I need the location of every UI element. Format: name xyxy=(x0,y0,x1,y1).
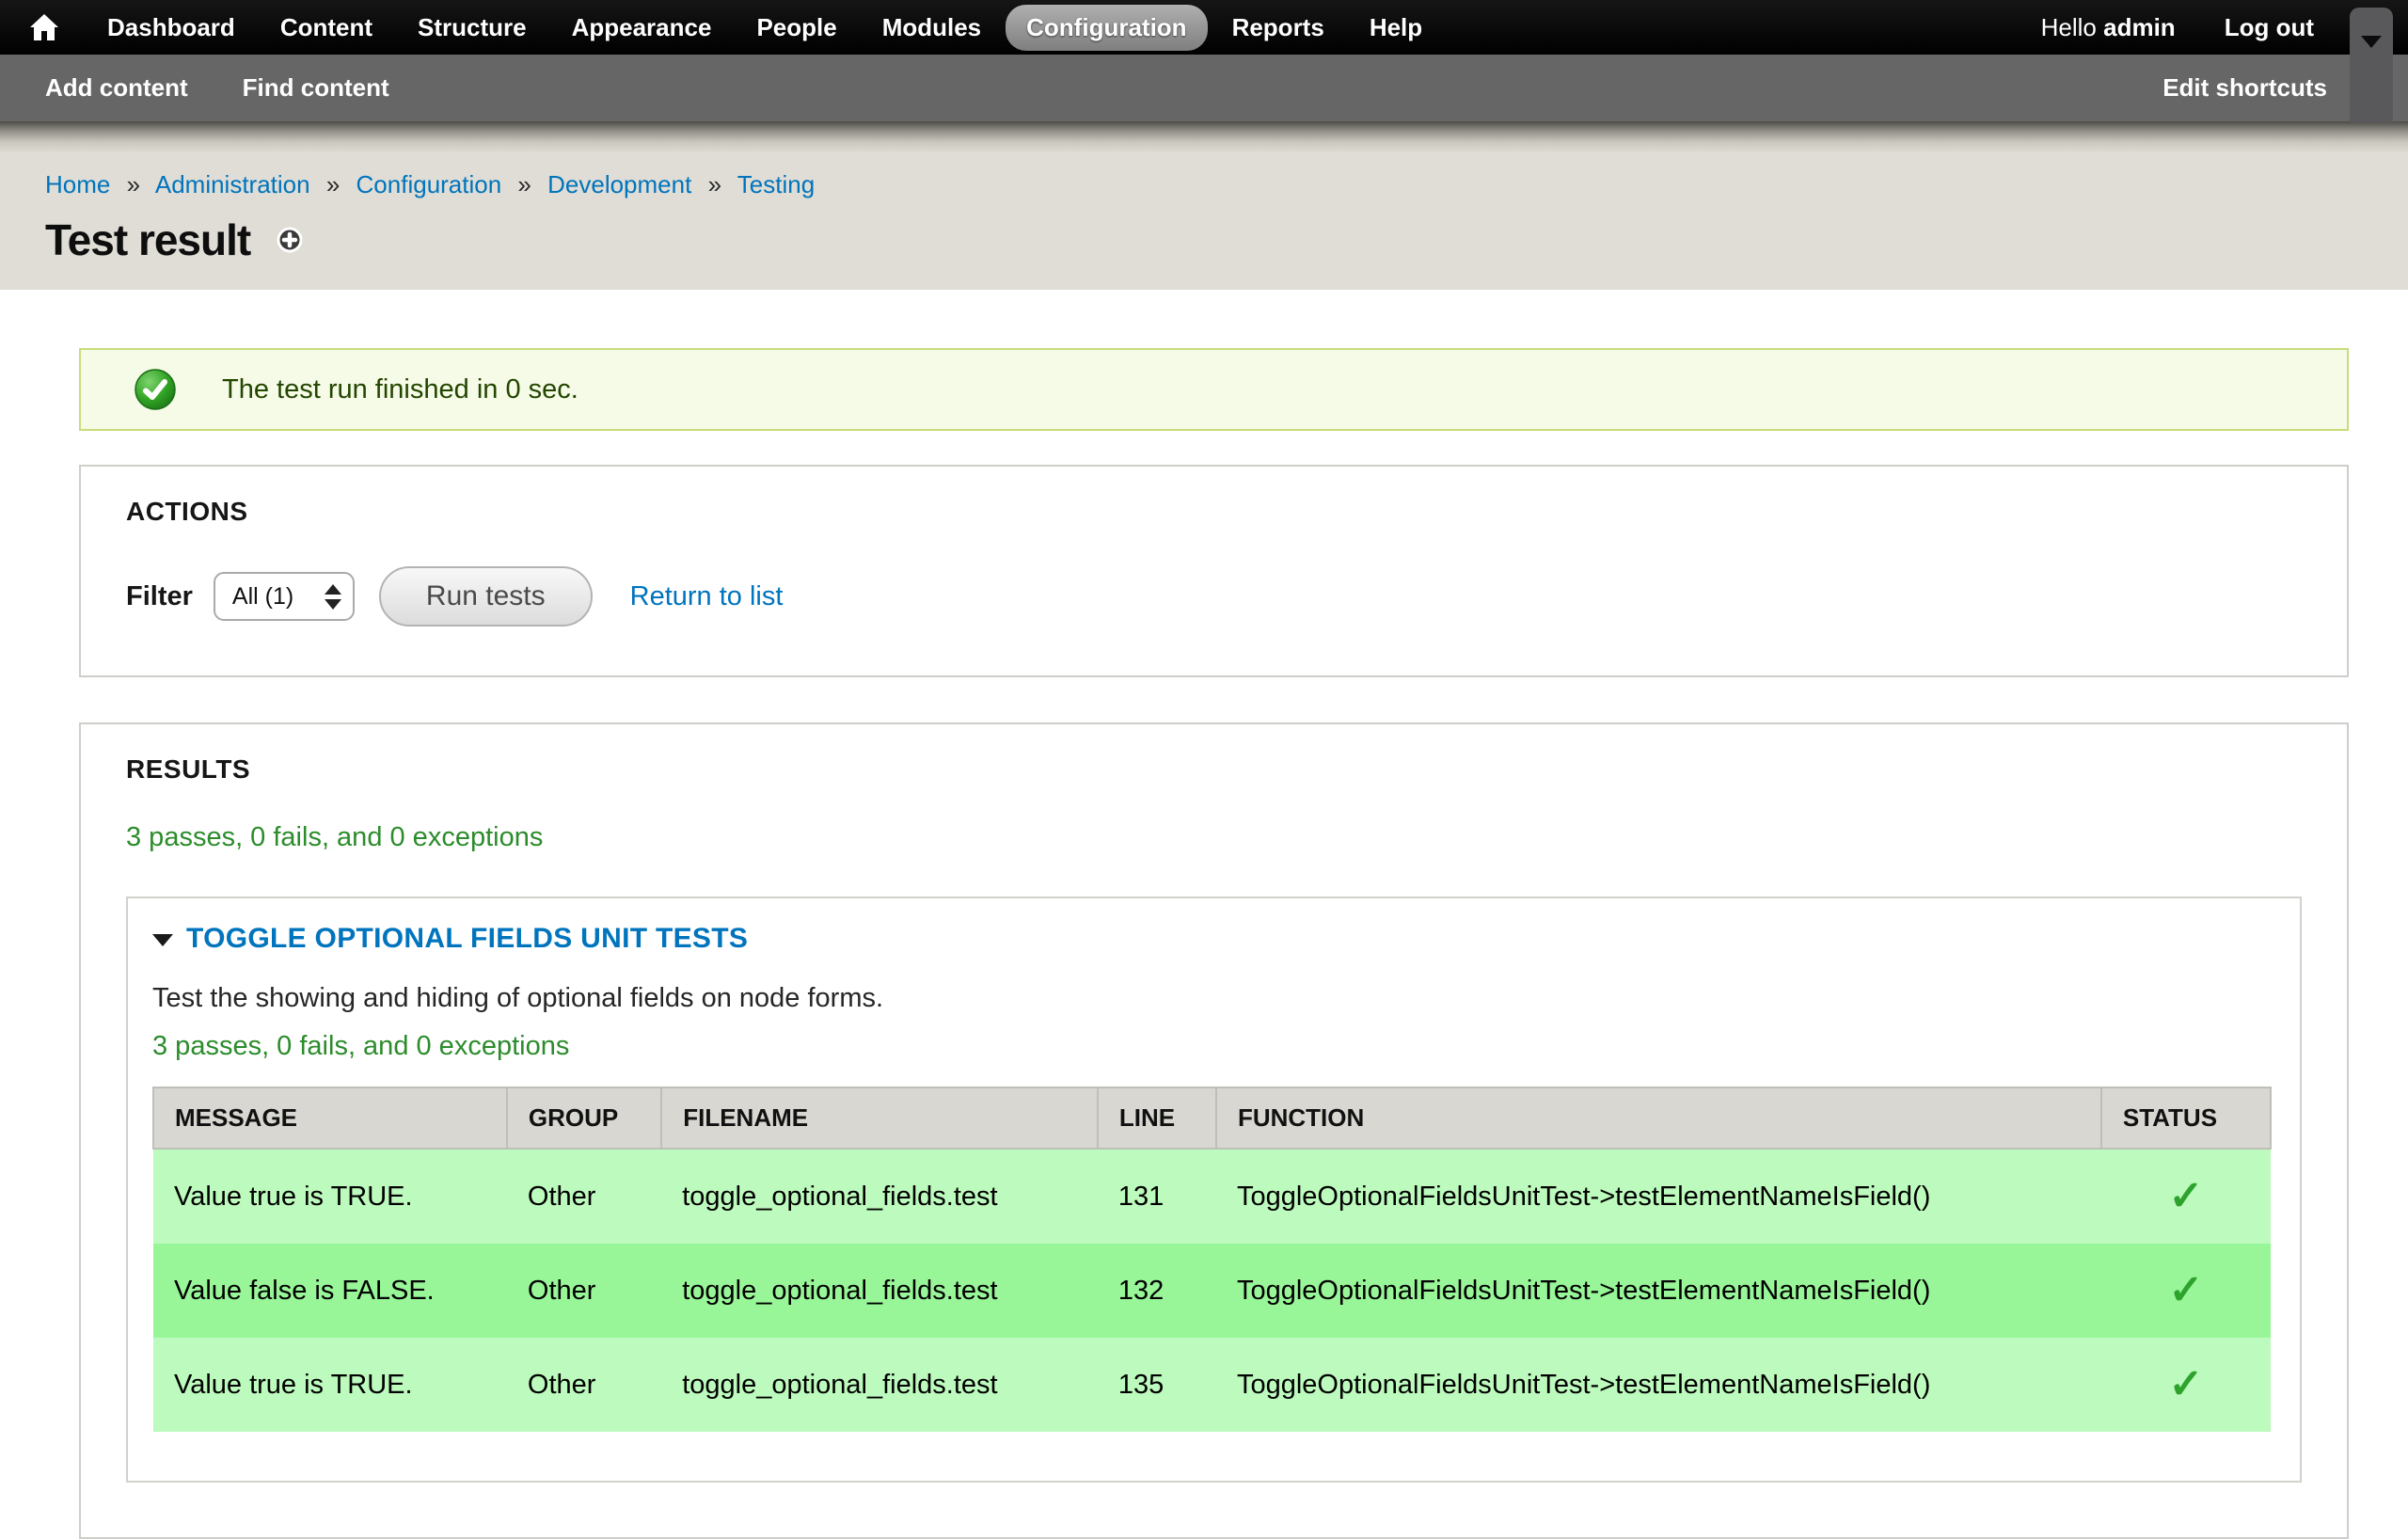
toolbar-item-content[interactable]: Content xyxy=(260,5,393,51)
shortcut-add-content[interactable]: Add content xyxy=(45,73,188,103)
pass-check-icon: ✓ xyxy=(2169,1267,2204,1313)
cell-message: Value true is TRUE. xyxy=(153,1338,507,1432)
toolbar-drawer-toggle[interactable] xyxy=(2350,8,2393,122)
col-header-status: STATUS xyxy=(2101,1087,2271,1149)
status-ok-icon xyxy=(134,368,177,411)
shortcut-find-content[interactable]: Find content xyxy=(243,73,389,103)
breadcrumb-administration[interactable]: Administration xyxy=(155,170,310,198)
home-button[interactable] xyxy=(17,0,71,55)
toolbar-item-structure[interactable]: Structure xyxy=(397,5,547,51)
user-greeting: Hello admin xyxy=(2041,13,2176,42)
cell-function: ToggleOptionalFieldsUnitTest->testElemen… xyxy=(1216,1338,2101,1432)
toolbar-item-configuration[interactable]: Configuration xyxy=(1006,5,1207,51)
pass-check-icon: ✓ xyxy=(2169,1361,2204,1407)
cell-group: Other xyxy=(507,1149,661,1244)
pass-check-icon: ✓ xyxy=(2169,1173,2204,1219)
cell-group: Other xyxy=(507,1338,661,1432)
breadcrumb-separator: » xyxy=(326,170,340,198)
page-title: Test result xyxy=(45,214,250,265)
table-header-row: MESSAGE GROUP FILENAME LINE FUNCTION STA… xyxy=(153,1087,2271,1149)
breadcrumb-separator: » xyxy=(127,170,140,198)
cell-message: Value true is TRUE. xyxy=(153,1149,507,1244)
cell-line: 132 xyxy=(1098,1244,1216,1338)
collapse-arrow-icon xyxy=(152,934,173,946)
breadcrumb: Home » Administration » Configuration » … xyxy=(45,170,2408,199)
chevron-down-icon xyxy=(2361,36,2382,48)
cell-message: Value false is FALSE. xyxy=(153,1244,507,1338)
cell-function: ToggleOptionalFieldsUnitTest->testElemen… xyxy=(1216,1149,2101,1244)
cell-line: 135 xyxy=(1098,1338,1216,1432)
breadcrumb-configuration[interactable]: Configuration xyxy=(356,170,502,198)
breadcrumb-testing[interactable]: Testing xyxy=(737,170,815,198)
col-header-function: FUNCTION xyxy=(1216,1087,2101,1149)
results-legend: RESULTS xyxy=(126,754,2302,785)
results-fieldset: RESULTS 3 passes, 0 fails, and 0 excepti… xyxy=(79,722,2349,1539)
toolbar-menu: Dashboard Content Structure Appearance P… xyxy=(85,5,1445,51)
cell-status: ✓ xyxy=(2101,1338,2271,1432)
test-group-summary: 3 passes, 0 fails, and 0 exceptions xyxy=(152,1031,2272,1062)
cell-status: ✓ xyxy=(2101,1149,2271,1244)
results-summary: 3 passes, 0 fails, and 0 exceptions xyxy=(126,822,2302,853)
test-group-description: Test the showing and hiding of optional … xyxy=(152,983,2272,1014)
toolbar-item-appearance[interactable]: Appearance xyxy=(551,5,733,51)
toolbar-item-reports[interactable]: Reports xyxy=(1212,5,1345,51)
filter-selected-value: All (1) xyxy=(232,583,293,611)
select-arrows-icon xyxy=(325,584,341,610)
col-header-message: MESSAGE xyxy=(153,1087,507,1149)
actions-legend: ACTIONS xyxy=(126,497,2302,527)
cell-filename: toggle_optional_fields.test xyxy=(661,1244,1098,1338)
cell-filename: toggle_optional_fields.test xyxy=(661,1338,1098,1432)
toolbar-item-help[interactable]: Help xyxy=(1349,5,1443,51)
breadcrumb-development[interactable]: Development xyxy=(547,170,691,198)
logout-link[interactable]: Log out xyxy=(2225,13,2314,42)
test-group-legend: TOGGLE OPTIONAL FIELDS UNIT TESTS xyxy=(152,923,2272,955)
filter-select[interactable]: All (1) xyxy=(214,572,355,621)
test-group-title-link[interactable]: TOGGLE OPTIONAL FIELDS UNIT TESTS xyxy=(186,923,748,955)
return-to-list-link[interactable]: Return to list xyxy=(630,581,784,612)
main-content: The test run finished in 0 sec. ACTIONS … xyxy=(0,348,2408,1539)
toolbar-item-dashboard[interactable]: Dashboard xyxy=(87,5,256,51)
home-icon xyxy=(28,12,60,42)
cell-filename: toggle_optional_fields.test xyxy=(661,1149,1098,1244)
table-row: Value false is FALSE. Other toggle_optio… xyxy=(153,1244,2271,1338)
col-header-filename: FILENAME xyxy=(661,1087,1098,1149)
table-row: Value true is TRUE. Other toggle_optiona… xyxy=(153,1338,2271,1432)
admin-toolbar: Dashboard Content Structure Appearance P… xyxy=(0,0,2408,55)
col-header-group: GROUP xyxy=(507,1087,661,1149)
status-message: The test run finished in 0 sec. xyxy=(79,348,2349,431)
results-table: MESSAGE GROUP FILENAME LINE FUNCTION STA… xyxy=(152,1087,2272,1432)
toolbar-item-modules[interactable]: Modules xyxy=(862,5,1002,51)
username: admin xyxy=(2103,13,2176,41)
cell-function: ToggleOptionalFieldsUnitTest->testElemen… xyxy=(1216,1244,2101,1338)
status-message-text: The test run finished in 0 sec. xyxy=(222,374,578,405)
add-shortcut-plus-icon[interactable] xyxy=(275,225,305,255)
run-tests-button[interactable]: Run tests xyxy=(379,566,593,627)
toolbar-item-people[interactable]: People xyxy=(736,5,857,51)
filter-label: Filter xyxy=(126,581,193,612)
cell-group: Other xyxy=(507,1244,661,1338)
page-header: Home » Administration » Configuration » … xyxy=(0,121,2408,290)
breadcrumb-separator: » xyxy=(708,170,721,198)
cell-status: ✓ xyxy=(2101,1244,2271,1338)
breadcrumb-separator: » xyxy=(517,170,531,198)
breadcrumb-home[interactable]: Home xyxy=(45,170,110,198)
col-header-line: LINE xyxy=(1098,1087,1216,1149)
shortcut-bar: Add content Find content Edit shortcuts xyxy=(0,55,2408,121)
cell-line: 131 xyxy=(1098,1149,1216,1244)
table-row: Value true is TRUE. Other toggle_optiona… xyxy=(153,1149,2271,1244)
edit-shortcuts-link[interactable]: Edit shortcuts xyxy=(2162,73,2327,103)
test-group-fieldset: TOGGLE OPTIONAL FIELDS UNIT TESTS Test t… xyxy=(126,896,2302,1483)
actions-fieldset: ACTIONS Filter All (1) Run tests Return … xyxy=(79,465,2349,677)
